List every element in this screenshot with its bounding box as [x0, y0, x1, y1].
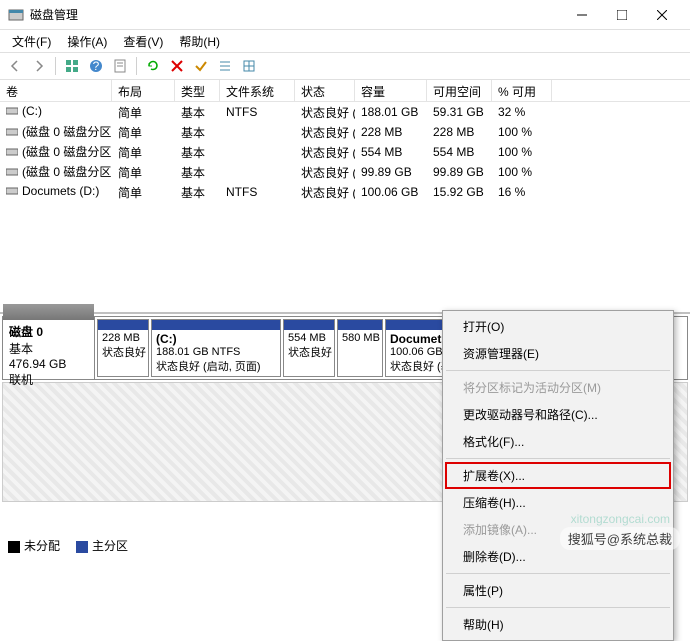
svg-text:?: ? [93, 59, 100, 73]
window-title: 磁盘管理 [30, 6, 562, 23]
disk-label: 磁盘 0 [9, 323, 88, 340]
properties-icon[interactable] [109, 55, 131, 77]
menu-action[interactable]: 操作(A) [61, 31, 113, 52]
partition[interactable]: 554 MB状态良好 [283, 319, 335, 377]
grid-icon[interactable] [238, 55, 260, 77]
table-row[interactable]: (磁盘 0 磁盘分区 3)简单基本状态良好 (...554 MB554 MB10… [0, 142, 690, 162]
help-icon[interactable]: ? [85, 55, 107, 77]
menu-explorer[interactable]: 资源管理器(E) [445, 340, 671, 367]
menu-active: 将分区标记为活动分区(M) [445, 374, 671, 401]
disk-status: 联机 [9, 371, 88, 388]
minimize-button[interactable] [562, 1, 602, 29]
partition[interactable]: 580 MB [337, 319, 383, 377]
legend-unalloc: 未分配 [8, 537, 60, 554]
forward-button[interactable] [28, 55, 50, 77]
table-row[interactable]: (C:)简单基本NTFS状态良好 (...188.01 GB59.31 GB32… [0, 102, 690, 122]
menu-help[interactable]: 帮助(H) [445, 611, 671, 638]
menu-props[interactable]: 属性(P) [445, 577, 671, 604]
list-icon[interactable] [214, 55, 236, 77]
delete-icon[interactable] [166, 55, 188, 77]
header-capacity[interactable]: 容量 [355, 80, 427, 101]
header-layout[interactable]: 布局 [112, 80, 175, 101]
check-icon[interactable] [190, 55, 212, 77]
menu-open[interactable]: 打开(O) [445, 313, 671, 340]
view-icon[interactable] [61, 55, 83, 77]
menu-help[interactable]: 帮助(H) [173, 31, 226, 52]
header-status[interactable]: 状态 [295, 80, 355, 101]
menu-view[interactable]: 查看(V) [117, 31, 169, 52]
context-menu: 打开(O) 资源管理器(E) 将分区标记为活动分区(M) 更改驱动器号和路径(C… [442, 310, 674, 641]
header-fs[interactable]: 文件系统 [220, 80, 295, 101]
table-row[interactable]: (磁盘 0 磁盘分区 6)简单基本状态良好 (...99.89 GB99.89 … [0, 162, 690, 182]
partition[interactable]: 228 MB状态良好 [97, 319, 149, 377]
menu-format[interactable]: 格式化(F)... [445, 428, 671, 455]
close-button[interactable] [642, 1, 682, 29]
menu-file[interactable]: 文件(F) [6, 31, 57, 52]
watermark-url: xitongzongcai.com [571, 512, 670, 526]
back-button[interactable] [4, 55, 26, 77]
legend-primary: 主分区 [76, 537, 128, 554]
header-volume[interactable]: 卷 [0, 80, 112, 101]
disk-size: 476.94 GB [9, 357, 88, 371]
menu-letter[interactable]: 更改驱动器号和路径(C)... [445, 401, 671, 428]
header-type[interactable]: 类型 [175, 80, 220, 101]
table-row[interactable]: (磁盘 0 磁盘分区 1)简单基本状态良好 (...228 MB228 MB10… [0, 122, 690, 142]
refresh-icon[interactable] [142, 55, 164, 77]
maximize-button[interactable] [602, 1, 642, 29]
header-pct[interactable]: % 可用 [492, 80, 552, 101]
header-free[interactable]: 可用空间 [427, 80, 492, 101]
app-icon [8, 7, 24, 23]
disk-header [3, 304, 94, 320]
partition[interactable]: (C:)188.01 GB NTFS状态良好 (启动, 页面) [151, 319, 281, 377]
table-row[interactable]: Documets (D:)简单基本NTFS状态良好 (...100.06 GB1… [0, 182, 690, 202]
disk-type: 基本 [9, 340, 88, 357]
menu-extend[interactable]: 扩展卷(X)... [445, 462, 671, 489]
watermark: 搜狐号@系统总裁 [560, 527, 680, 550]
